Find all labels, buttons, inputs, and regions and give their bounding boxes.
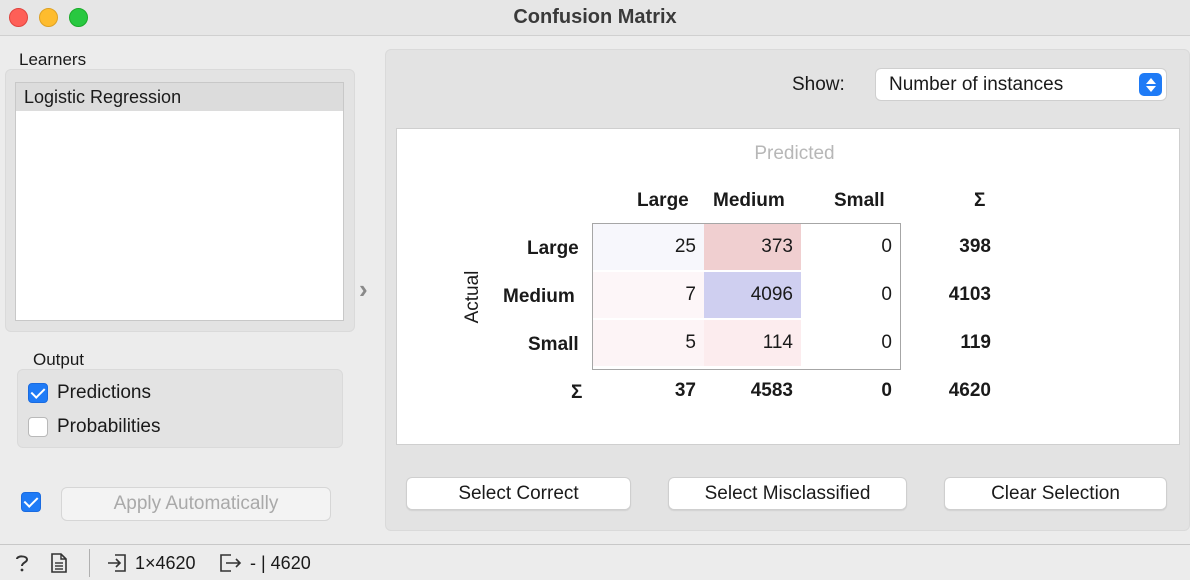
probabilities-label: Probabilities [57, 416, 161, 437]
show-label: Show: [792, 74, 845, 95]
row-sum: 119 [960, 332, 991, 353]
main-panel: Show: Number of instances Predicted Actu… [385, 49, 1190, 531]
column-sum: 0 [881, 380, 892, 401]
column-header-large: Large [637, 190, 689, 211]
status-bar: 1×4620 - | 4620 [0, 544, 1190, 580]
control-panel: Learners Logistic Regression Output Pred… [0, 36, 370, 540]
probabilities-checkbox-row[interactable]: Probabilities [28, 415, 161, 439]
output-summary-text: - | 4620 [250, 552, 311, 573]
input-icon [108, 554, 126, 572]
show-select[interactable]: Number of instances [875, 68, 1167, 101]
title-bar: Confusion Matrix [0, 0, 1190, 36]
output-icon [220, 554, 242, 572]
input-summary: 1×4620 [106, 552, 196, 574]
matrix-cell[interactable]: 4096 [704, 272, 801, 318]
matrix-cell[interactable]: 0 [801, 272, 900, 318]
apply-automatically-checkbox[interactable] [21, 492, 41, 512]
apply-automatically-button[interactable]: Apply Automatically [61, 487, 331, 521]
matrix-cell[interactable]: 7 [593, 272, 704, 318]
column-sum: 37 [674, 380, 696, 401]
clear-selection-button[interactable]: Clear Selection [944, 477, 1167, 510]
matrix-cell[interactable]: 25 [593, 224, 704, 270]
column-header-medium: Medium [713, 190, 785, 211]
help-icon[interactable] [13, 552, 31, 574]
row-header-large: Large [527, 238, 579, 259]
select-arrows-icon [1139, 73, 1162, 96]
column-header-sum: Σ [974, 190, 986, 211]
matrix-cell[interactable]: 5 [593, 320, 704, 366]
probabilities-checkbox[interactable] [28, 417, 48, 437]
input-summary-text: 1×4620 [135, 552, 196, 573]
status-separator [89, 549, 90, 577]
row-sum: 398 [959, 236, 991, 257]
row-sum: 4103 [948, 284, 991, 305]
row-header-sum: Σ [571, 382, 583, 403]
predictions-checkbox[interactable] [28, 383, 48, 403]
learner-item[interactable]: Logistic Regression [16, 83, 343, 111]
learners-group-label: Learners [19, 50, 87, 69]
select-misclassified-button[interactable]: Select Misclassified [668, 477, 907, 510]
window-title: Confusion Matrix [513, 6, 677, 28]
matrix-cell[interactable]: 0 [801, 224, 900, 270]
matrix-cell[interactable]: 114 [704, 320, 801, 366]
learners-list[interactable]: Logistic Regression [15, 82, 344, 321]
chevron-right-icon[interactable]: › [359, 274, 368, 305]
select-correct-button[interactable]: Select Correct [406, 477, 631, 510]
output-summary: - | 4620 [219, 552, 311, 574]
predictions-label: Predictions [57, 382, 151, 403]
output-group-label: Output [33, 350, 85, 369]
column-sum: 4583 [750, 380, 793, 401]
output-group: Predictions Probabilities [17, 369, 343, 448]
report-icon[interactable] [50, 552, 68, 574]
row-header-small: Small [528, 334, 579, 355]
total-sum: 4620 [948, 380, 991, 401]
column-header-small: Small [834, 190, 885, 211]
predictions-checkbox-row[interactable]: Predictions [28, 381, 151, 405]
matrix-cell[interactable]: 0 [801, 320, 900, 366]
actual-axis-label: Actual [462, 270, 483, 324]
row-header-medium: Medium [503, 286, 575, 307]
matrix-cell[interactable]: 373 [704, 224, 801, 270]
confusion-matrix: Predicted Actual Large Medium Small Σ La… [396, 128, 1180, 445]
predicted-axis-label: Predicted [754, 143, 835, 164]
show-select-value: Number of instances [889, 74, 1064, 95]
